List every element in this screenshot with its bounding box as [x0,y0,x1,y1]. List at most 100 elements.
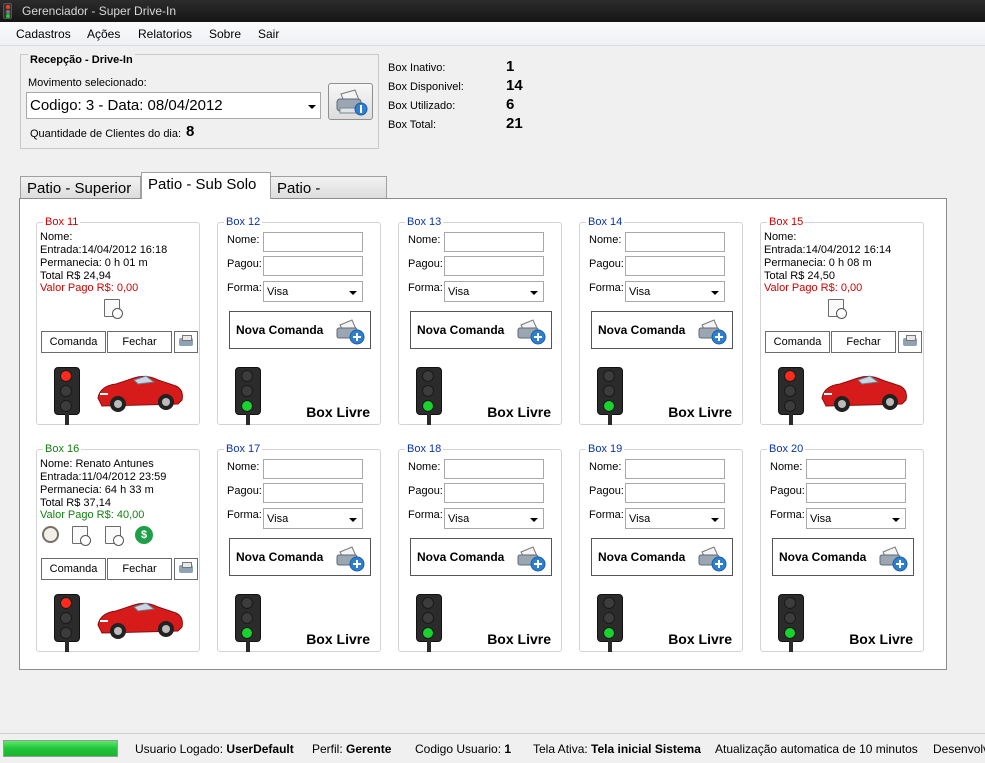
tab-patio-varanda[interactable]: Patio - Varanda [270,176,387,214]
nova-comanda-label: Nova Comanda [598,323,686,337]
stat-inativo: Box Inativo: 1 [388,58,548,77]
forma-value: Visa [810,513,832,525]
comanda-button[interactable]: Comanda [765,331,830,353]
window-title: Gerenciador - Super Drive-In [22,4,177,18]
fechar-button[interactable]: Fechar [107,331,172,353]
title-bar: Gerenciador - Super Drive-In [0,0,985,22]
pagou-input[interactable] [806,483,906,503]
tab-page-sub-solo: Box 11 Nome: Entrada:14/04/2012 16:18 Pe… [19,198,947,670]
box-title: Box 16 [43,443,82,455]
check-document-icon[interactable] [104,299,123,319]
tab-patio-sub-solo[interactable]: Patio - Sub Solo [141,172,271,199]
pagou-input[interactable] [444,256,544,276]
box-entrada: Entrada:11/04/2012 23:59 [40,471,167,483]
box-valor-pago: Valor Pago R$: 0,00 [764,282,863,294]
nova-comanda-label: Nova Comanda [236,550,324,564]
box-title: Box 13 [405,216,444,228]
check-document-icon[interactable] [828,299,847,319]
nova-comanda-button[interactable]: Nova Comanda [229,311,371,349]
forma-value: Visa [448,286,470,298]
status-desenvolv: Desenvolv [933,742,985,756]
forma-select[interactable]: Visa [444,281,544,302]
print-button[interactable] [898,331,922,353]
box-total: Total R$ 24,50 [764,270,835,282]
traffic-light-red-icon [54,594,80,652]
check-document-icon[interactable] [105,526,124,546]
nova-comanda-button[interactable]: Nova Comanda [591,538,733,576]
box-12-card: Box 12 Nome: Pagou: Forma: Visa Nova Com… [217,216,381,425]
nova-comanda-button[interactable]: Nova Comanda [410,311,552,349]
fechar-button[interactable]: Fechar [831,331,896,353]
forma-value: Visa [448,513,470,525]
new-order-icon [517,546,546,572]
chevron-down-icon [711,291,719,295]
nome-input[interactable] [263,459,363,479]
forma-select[interactable]: Visa [263,508,363,529]
pagou-input[interactable] [625,483,725,503]
forma-select[interactable]: Visa [625,508,725,529]
pagou-input[interactable] [263,483,363,503]
status-label: Perfil: [312,742,343,756]
chevron-down-icon [349,291,357,295]
print-report-button[interactable] [328,83,373,120]
add-document-icon[interactable] [72,526,91,546]
traffic-light-green-icon [597,367,623,425]
money-icon[interactable]: $ [135,526,153,544]
comanda-button[interactable]: Comanda [41,331,106,353]
nome-input[interactable] [806,459,906,479]
nova-comanda-button[interactable]: Nova Comanda [410,538,552,576]
box-18-card: Box 18 Nome: Pagou: Forma: Visa Nova Com… [398,443,562,652]
print-button[interactable] [174,331,198,353]
box-livre-label: Box Livre [306,404,370,420]
box-livre-label: Box Livre [306,631,370,647]
menu-sobre[interactable]: Sobre [209,27,241,41]
nova-comanda-button[interactable]: Nova Comanda [229,538,371,576]
menu-acoes[interactable]: Ações [87,27,120,41]
menu-sair[interactable]: Sair [258,27,279,41]
box-15-card: Box 15 Nome: Entrada:14/04/2012 16:14 Pe… [760,216,924,425]
forma-select[interactable]: Visa [806,508,906,529]
nome-input[interactable] [444,232,544,252]
stat-utilizado: Box Utilizado: 6 [388,96,548,115]
box-title: Box 19 [586,443,625,455]
progress-fill [4,741,117,756]
traffic-light-green-icon [597,594,623,652]
comanda-button[interactable]: Comanda [41,558,106,580]
nome-input[interactable] [444,459,544,479]
status-atualizacao: Atualização automatica de 10 minutos [715,742,918,756]
reception-title: Recepção - Drive-In [28,54,135,66]
tab-patio-superior[interactable]: Patio - Superior [20,176,141,199]
alarm-clock-icon[interactable] [42,526,59,543]
nova-comanda-button[interactable]: Nova Comanda [772,538,914,576]
movement-select[interactable]: Codigo: 3 - Data: 08/04/2012 [26,92,321,119]
reception-panel: Recepção - Drive-In Movimento selecionad… [20,54,379,149]
nome-input[interactable] [625,232,725,252]
traffic-light-app-icon [3,3,12,19]
stat-value: 14 [506,77,523,94]
red-car-icon [97,375,183,412]
nome-input[interactable] [263,232,363,252]
fechar-button[interactable]: Fechar [107,558,172,580]
pagou-input[interactable] [444,483,544,503]
new-order-icon [336,319,365,345]
forma-select[interactable]: Visa [444,508,544,529]
box-13-card: Box 13 Nome: Pagou: Forma: Visa Nova Com… [398,216,562,425]
box-livre-label: Box Livre [849,631,913,647]
menu-relatorios[interactable]: Relatorios [138,27,192,41]
pagou-input[interactable] [263,256,363,276]
nova-comanda-button[interactable]: Nova Comanda [591,311,733,349]
traffic-light-red-icon [54,367,80,425]
nome-input[interactable] [625,459,725,479]
forma-select[interactable]: Visa [625,281,725,302]
print-button[interactable] [174,558,198,580]
status-bar: Usuario Logado: UserDefault Perfil: Gere… [0,733,985,763]
box-16-card: Box 16 Nome: Renato Antunes Entrada:11/0… [36,443,200,652]
menu-cadastros[interactable]: Cadastros [16,27,71,41]
pagou-input[interactable] [625,256,725,276]
box-livre-label: Box Livre [668,404,732,420]
box-valor-pago: Valor Pago R$: 0,00 [40,282,139,294]
chevron-down-icon [711,518,719,522]
forma-select[interactable]: Visa [263,281,363,302]
chevron-down-icon [530,291,538,295]
new-order-icon [336,546,365,572]
